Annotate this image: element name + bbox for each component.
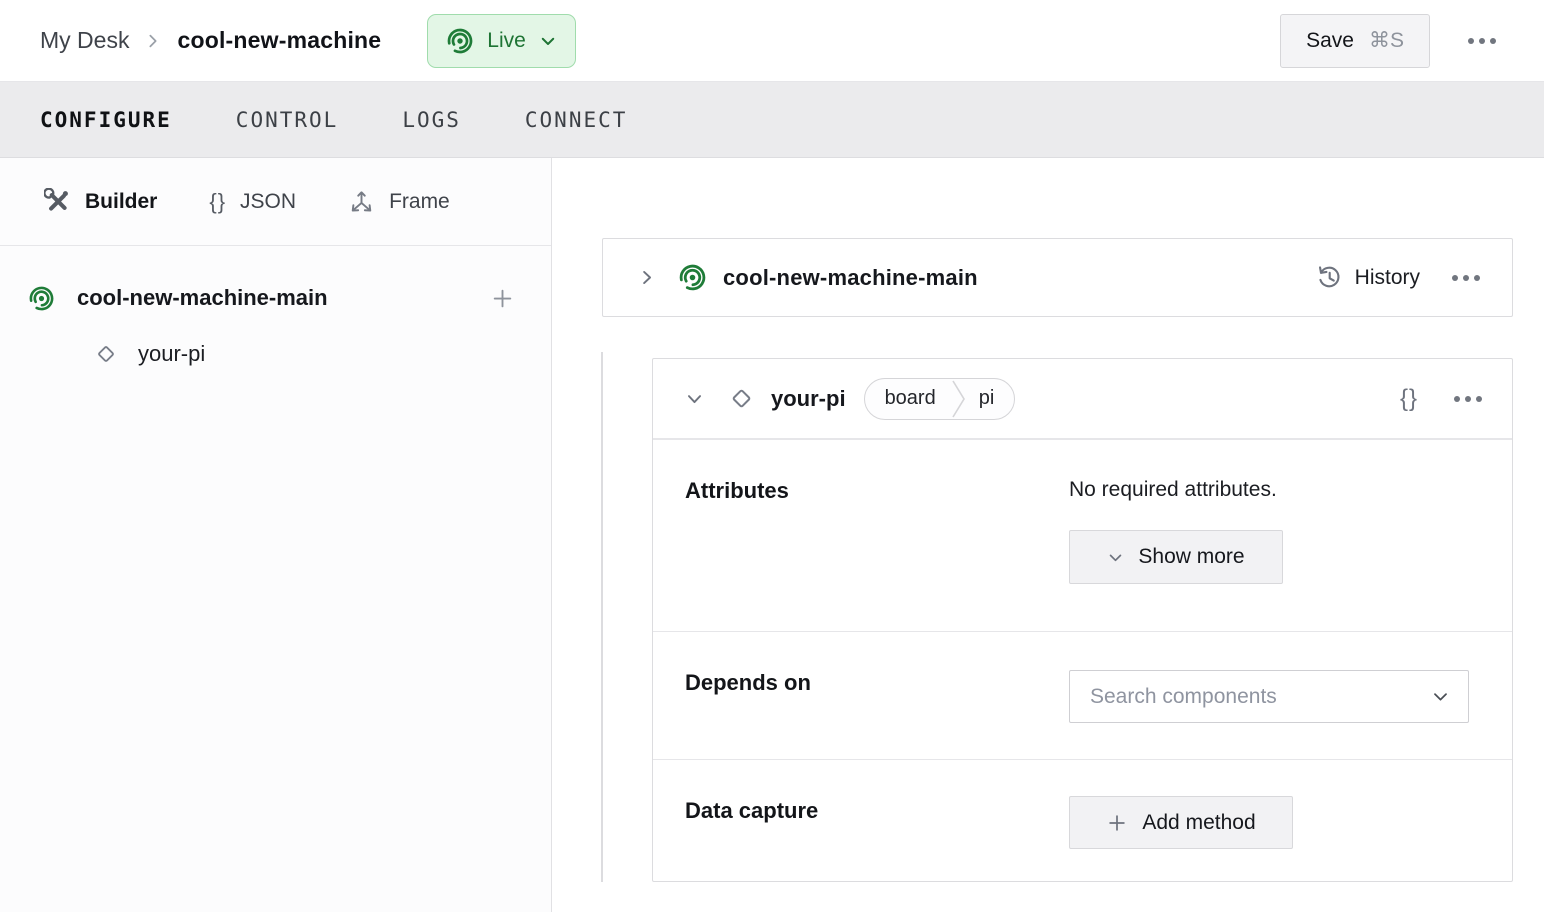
top-header: My Desk cool-new-machine Live Save ⌘S [0, 0, 1544, 82]
chevron-down-icon [539, 32, 557, 50]
depends-on-select[interactable]: Search components [1069, 670, 1469, 723]
braces-icon: {} [1399, 384, 1418, 412]
attributes-value: No required attributes. Show more [1069, 440, 1512, 631]
tree-connector-line [601, 352, 603, 882]
view-mode-switcher: Builder {} JSON Frame [0, 158, 551, 246]
plus-icon [1106, 812, 1128, 834]
tree-item-machine[interactable]: cool-new-machine-main [0, 270, 551, 326]
attributes-empty-text: No required attributes. [1069, 478, 1277, 501]
breadcrumb-parent-link[interactable]: My Desk [40, 27, 129, 54]
component-type-badge: board pi [863, 377, 1016, 420]
main-panel: cool-new-machine-main History your-pi bo… [552, 158, 1544, 912]
data-capture-value: Add method [1069, 760, 1512, 881]
add-method-button[interactable]: Add method [1069, 796, 1293, 849]
badge-type-label: board [884, 387, 936, 409]
show-more-button[interactable]: Show more [1069, 530, 1283, 584]
chevron-right-icon [145, 33, 161, 49]
depends-on-placeholder: Search components [1090, 684, 1277, 708]
status-label: Live [487, 28, 526, 52]
mode-frame-label: Frame [389, 189, 450, 213]
history-clock-icon [1316, 264, 1343, 291]
app-root: My Desk cool-new-machine Live Save ⌘S CO… [0, 0, 1544, 912]
depends-on-value: Search components [1069, 632, 1512, 759]
add-method-label: Add method [1142, 810, 1256, 834]
tree-machine-label: cool-new-machine-main [77, 285, 328, 310]
chevron-down-icon [1107, 549, 1124, 566]
machine-status-button[interactable]: Live [427, 13, 576, 68]
data-capture-label: Data capture [685, 798, 819, 823]
tree-component-label: your-pi [138, 341, 206, 366]
machine-card-more-options-button[interactable] [1446, 269, 1486, 287]
component-card-title: your-pi [771, 385, 846, 411]
mode-builder[interactable]: Builder [44, 188, 157, 215]
breadcrumb: My Desk cool-new-machine [40, 27, 381, 54]
tools-icon [44, 188, 71, 215]
component-json-button[interactable]: {} [1392, 381, 1426, 417]
mode-builder-label: Builder [85, 189, 158, 213]
braces-icon: {} [209, 188, 227, 214]
machine-live-icon [678, 263, 707, 292]
badge-chevron-separator-icon [952, 379, 965, 419]
expand-machine-chevron[interactable] [633, 264, 660, 291]
component-more-options-button[interactable] [1448, 390, 1488, 408]
save-shortcut: ⌘S [1368, 29, 1404, 52]
machine-card: cool-new-machine-main History [602, 238, 1513, 317]
tab-control[interactable]: CONTROL [236, 104, 339, 136]
depends-on-label: Depends on [685, 670, 811, 695]
save-button[interactable]: Save ⌘S [1280, 13, 1430, 68]
attributes-section: Attributes No required attributes. Show … [653, 439, 1512, 631]
component-diamond-icon [94, 342, 118, 366]
collapse-component-chevron[interactable] [681, 385, 708, 412]
mode-json-label: JSON [240, 189, 297, 213]
component-card-actions: {} [1392, 381, 1488, 417]
component-card-header: your-pi board pi {} [653, 359, 1512, 439]
tab-configure[interactable]: CONFIGURE [40, 104, 172, 136]
axes-icon [348, 188, 375, 215]
save-label: Save [1306, 28, 1354, 52]
header-actions: Save ⌘S [1280, 13, 1504, 68]
chevron-down-icon [1431, 687, 1450, 706]
sidebar: Builder {} JSON Frame cool-new-machine-m… [0, 158, 552, 912]
add-component-button[interactable] [490, 286, 515, 311]
show-more-label: Show more [1138, 545, 1245, 568]
machine-live-icon [446, 27, 474, 55]
tab-logs[interactable]: LOGS [402, 104, 461, 136]
mode-frame[interactable]: Frame [348, 188, 450, 215]
machine-live-icon [28, 285, 55, 312]
tab-connect[interactable]: CONNECT [525, 104, 628, 136]
tab-bar: CONFIGURE CONTROL LOGS CONNECT [0, 82, 1544, 158]
attributes-label: Attributes [685, 478, 789, 503]
breadcrumb-current: cool-new-machine [177, 27, 382, 53]
tree-item-component[interactable]: your-pi [0, 326, 551, 382]
component-diamond-icon [728, 385, 755, 412]
badge-model-label: pi [978, 387, 995, 409]
history-label: History [1354, 265, 1420, 289]
header-more-options-button[interactable] [1460, 30, 1504, 52]
mode-json[interactable]: {} JSON [209, 189, 296, 215]
component-tree: cool-new-machine-main your-pi [0, 246, 551, 382]
history-button[interactable]: History [1316, 264, 1420, 291]
machine-card-title: cool-new-machine-main [723, 264, 978, 290]
component-card: your-pi board pi {} Attributes No requir… [652, 358, 1513, 882]
data-capture-section: Data capture Add method [653, 759, 1512, 881]
depends-on-section: Depends on Search components [653, 631, 1512, 759]
